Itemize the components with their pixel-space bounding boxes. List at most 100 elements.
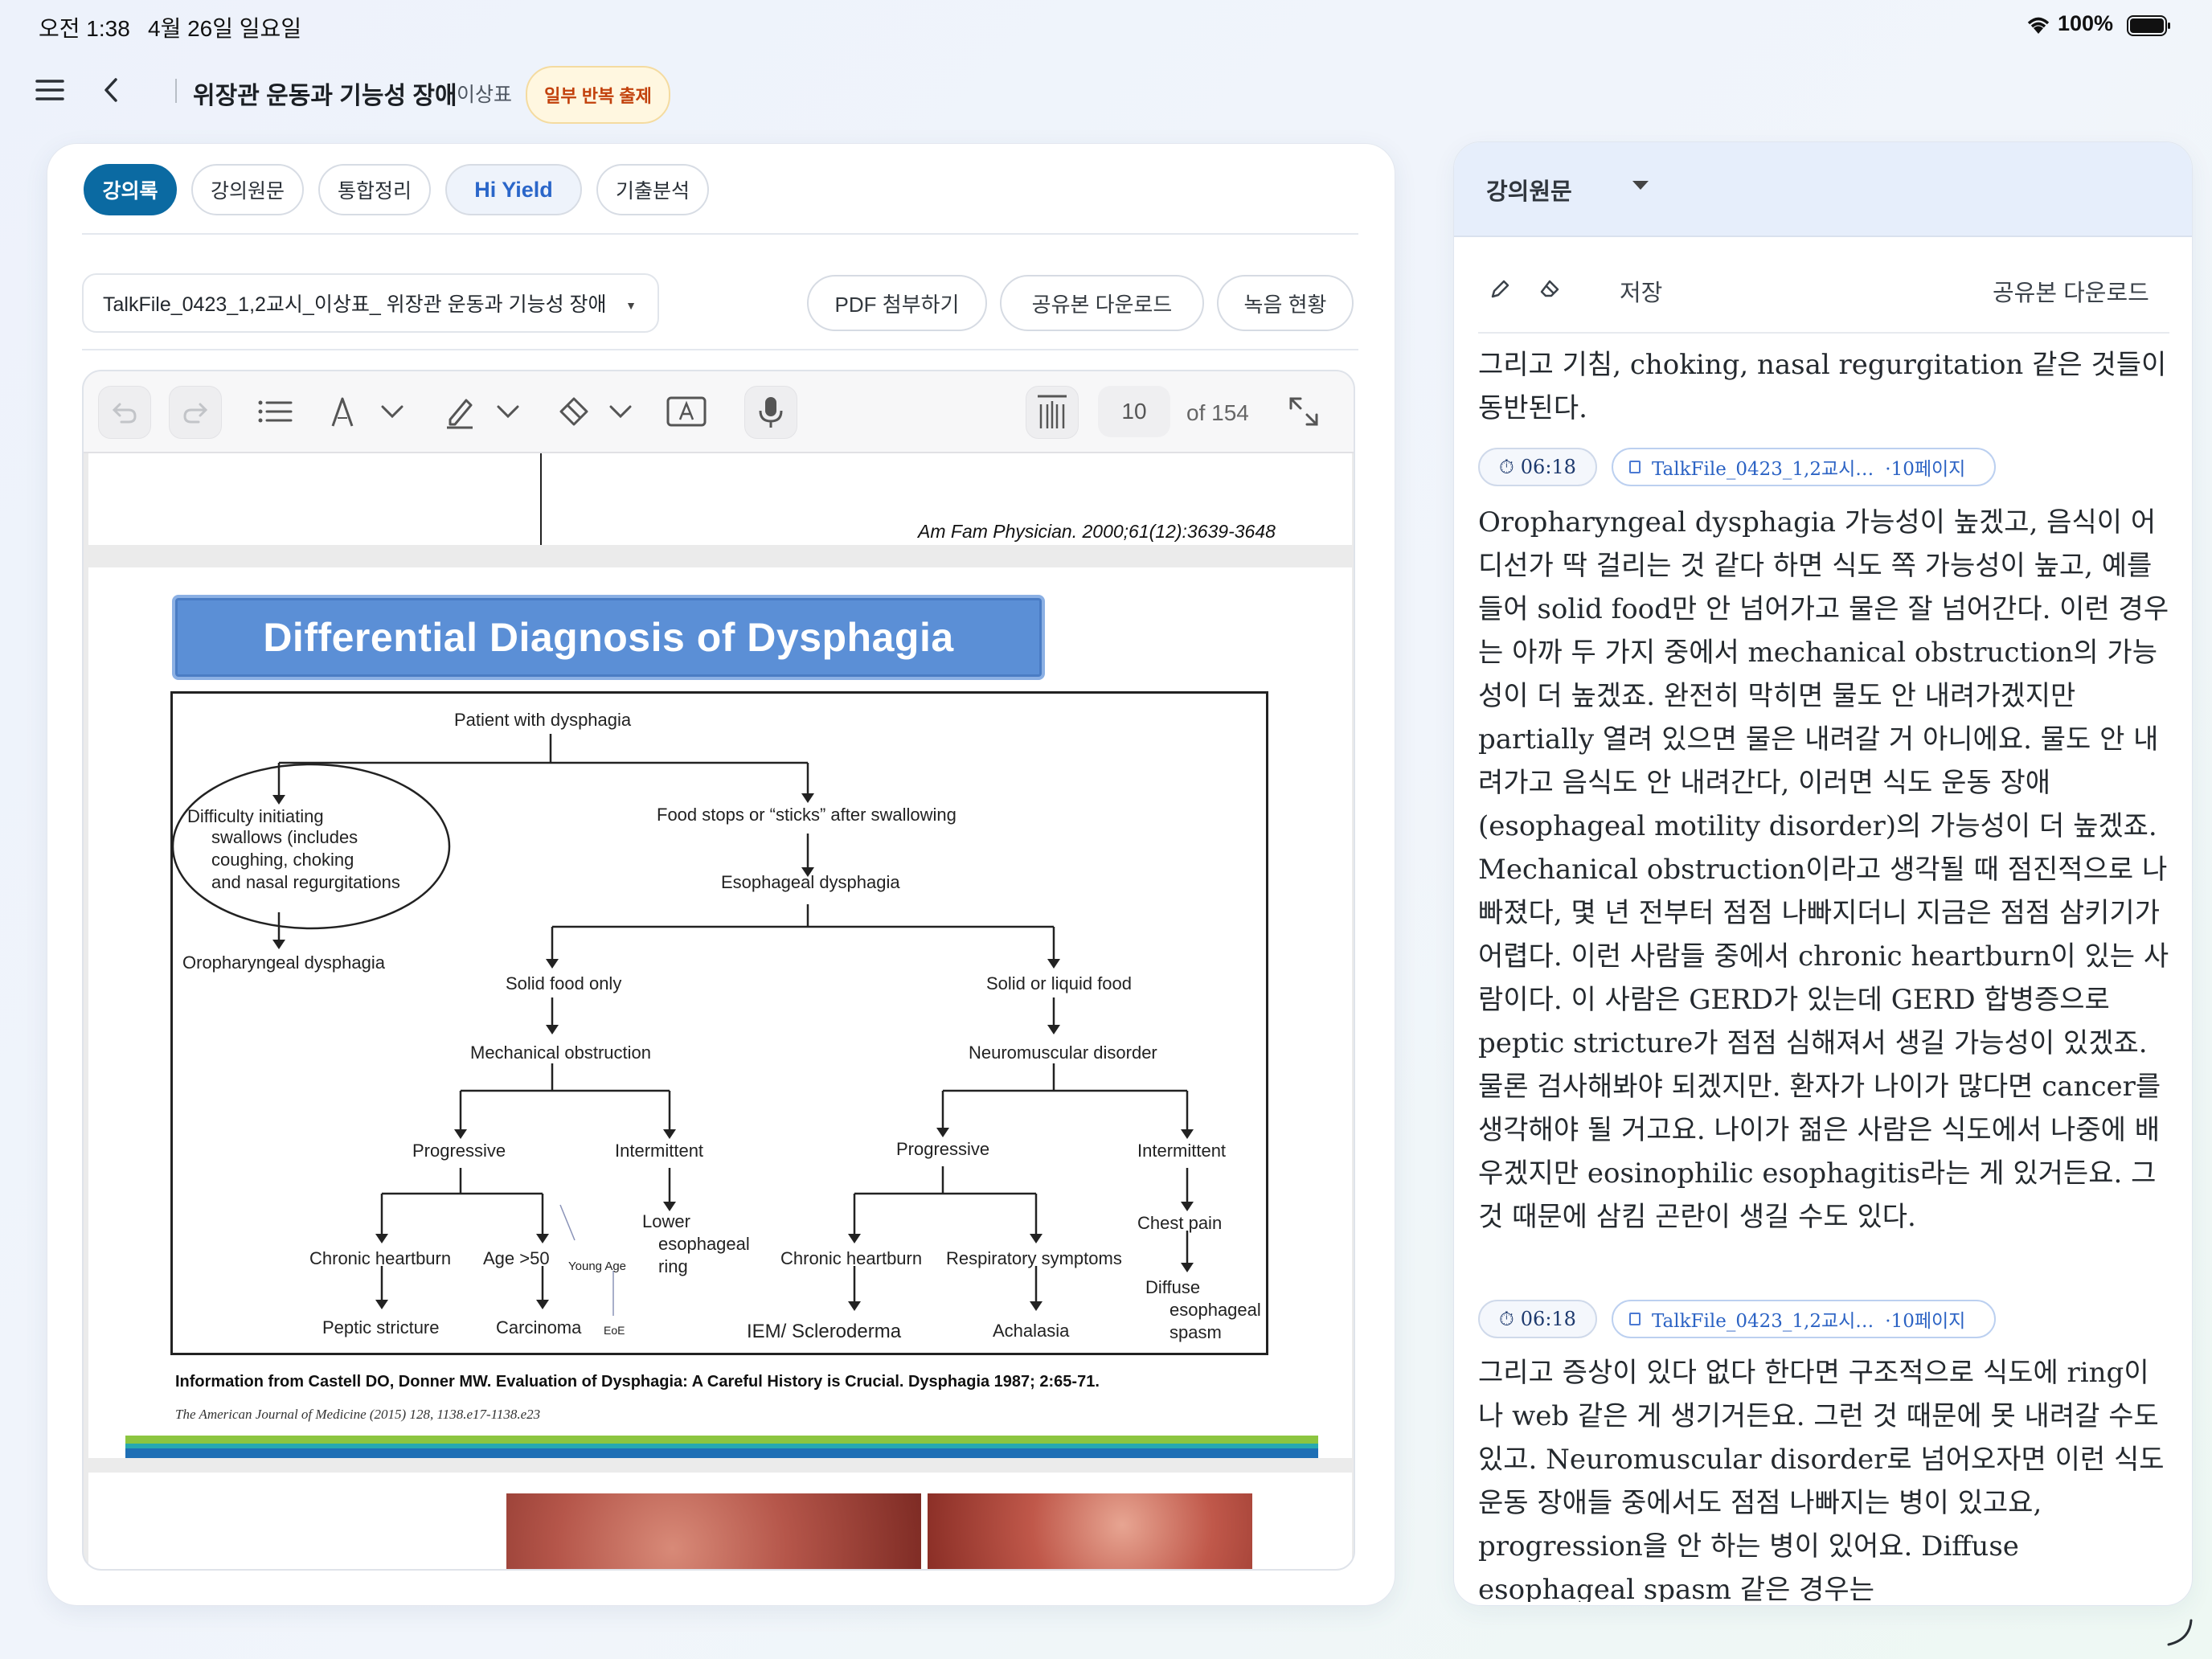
stopwatch-icon: ⏱ (1499, 456, 1514, 478)
flow-node-chest-pain: Chest pain (1137, 1213, 1223, 1233)
tab-hi-yield[interactable]: Hi Yield (445, 164, 582, 215)
document-icon (1629, 1313, 1641, 1325)
edit-pencil-icon[interactable] (1488, 277, 1512, 305)
source-file-2: TalkFile_0423_1,2교시… (1652, 1311, 1874, 1332)
flow-node-difficulty-2: swallows (includes (211, 827, 358, 847)
flow-node-achalasia: Achalasia (993, 1321, 1070, 1341)
attach-pdf-button[interactable]: PDF 첨부하기 (807, 275, 987, 331)
status-date: 4월 26일 일요일 (148, 16, 302, 41)
slide-footer-bar-green (125, 1436, 1318, 1444)
timestamp-value-1: 06:18 (1520, 456, 1576, 478)
undo-icon[interactable] (98, 386, 151, 439)
resize-handle-icon[interactable] (2162, 1616, 2194, 1652)
slide-footer-bar-blue (125, 1448, 1318, 1458)
flow-node-intermittent-left: Intermittent (615, 1141, 704, 1161)
eraser-icon[interactable] (548, 386, 600, 437)
source-chip-1[interactable]: TalkFile_0423_1,2교시… ·10페이지 (1612, 448, 1996, 486)
highlighter-icon[interactable] (434, 386, 485, 437)
flow-node-des-2: esophageal (1169, 1300, 1261, 1320)
flow-node-respiratory: Respiratory symptoms (946, 1248, 1122, 1268)
flow-node-chronic-heartburn-right: Chronic heartburn (780, 1248, 923, 1268)
slide-title: Differential Diagnosis of Dysphagia (172, 595, 1045, 680)
citation-text-value: Am Fam Physician. 2000;61(12):3639-3648 (918, 521, 1276, 542)
exam-frequency-badge: 일부 반복 출제 (526, 66, 670, 124)
slide-reference-secondary: The American Journal of Medicine (2015) … (175, 1407, 541, 1422)
transcript-toolbar-divider (1478, 332, 2169, 334)
flow-node-iem-scleroderma: IEM/ Scleroderma (747, 1321, 902, 1342)
flow-node-eoe: EoE (604, 1324, 625, 1337)
transcript-intro-text: 그리고 기침, choking, nasal regurgitation 같은 … (1478, 349, 2167, 424)
outline-list-icon[interactable] (249, 386, 301, 437)
transcript-dropdown-caret-icon[interactable] (1632, 181, 1649, 190)
flow-node-solid-only: Solid food only (506, 973, 622, 993)
flow-node-progressive-right: Progressive (896, 1139, 990, 1159)
flow-node-difficulty-3: coughing, choking (211, 850, 354, 870)
source-page-1: ·10페이지 (1885, 459, 1966, 480)
battery-percent: 100% (2058, 11, 2114, 35)
lecture-title: 위장관 운동과 기능성 장애 (193, 83, 457, 109)
flow-node-progressive-left: Progressive (412, 1141, 506, 1161)
flow-node-age-50: Age >50 (483, 1248, 550, 1268)
page-total: of 154 (1186, 400, 1249, 425)
redo-icon[interactable] (169, 386, 222, 439)
flow-node-intermittent-right: Intermittent (1137, 1141, 1227, 1161)
flow-node-difficulty-1: Difficulty initiating (187, 806, 324, 826)
transcript-header: 강의원문 (1454, 142, 2192, 237)
pen-tool-icon[interactable] (317, 386, 368, 437)
flow-node-des-3: spasm (1169, 1322, 1222, 1342)
file-select[interactable]: TalkFile_0423_1,2교시_이상표_ 위장관 운동과 기능성 장애 … (82, 273, 659, 333)
menu-icon[interactable] (32, 72, 68, 108)
document-icon (1629, 461, 1641, 473)
tab-summary[interactable]: 통합정리 (318, 164, 431, 215)
download-shared-transcript-button[interactable]: 공유본 다운로드 (1993, 274, 2149, 308)
pdf-page-previous: Am Fam Physician. 2000;61(12):3639-3648 (88, 453, 1352, 545)
flow-node-solid-liquid: Solid or liquid food (986, 973, 1133, 993)
transcript-panel: 강의원문 저장 공유본 다운로드 그리고 기침, choking, nasal … (1453, 141, 2193, 1606)
tab-past-exam[interactable]: 기출분석 (596, 164, 709, 215)
page-slider-icon[interactable] (1026, 386, 1079, 439)
tab-lecture-transcript[interactable]: 강의원문 (191, 164, 304, 215)
flow-node-des-1: Diffuse (1145, 1277, 1201, 1297)
download-shared-button[interactable]: 공유본 다운로드 (1000, 275, 1204, 331)
pdf-page-current: Differential Diagnosis of Dysphagia Pati… (88, 567, 1352, 1458)
save-button[interactable]: 저장 (1620, 274, 1662, 308)
source-chip-2[interactable]: TalkFile_0423_1,2교시… ·10페이지 (1612, 1300, 1996, 1338)
pen-options-chevron-icon[interactable] (367, 386, 418, 437)
flow-node-esophageal: Esophageal dysphagia (721, 872, 900, 892)
file-divider (82, 349, 1358, 350)
text-box-icon[interactable] (661, 386, 712, 437)
tab-lecture-notes[interactable]: 강의록 (84, 164, 177, 215)
timestamp-chip-1[interactable]: ⏱ 06:18 (1478, 448, 1597, 486)
pdf-toolbar: 10 of 154 (84, 371, 1354, 453)
flow-node-food-stops: Food stops or “sticks” after swallowing (657, 805, 956, 825)
page-number-input[interactable]: 10 (1098, 386, 1170, 437)
stopwatch-icon: ⏱ (1499, 1308, 1514, 1330)
file-name: TalkFile_0423_1,2교시_이상표_ 위장관 운동과 기능성 장애 (103, 293, 607, 316)
microphone-icon[interactable] (744, 386, 797, 439)
transcript-segment-text-1: Oropharyngeal dysphagia 가능성이 높겠고, 음식이 어디… (1478, 506, 2169, 1233)
dysphagia-flowchart: Patient with dysphagia Difficulty initia… (170, 691, 1268, 1355)
flow-node-chronic-heartburn-left: Chronic heartburn (309, 1248, 452, 1268)
eraser-options-chevron-icon[interactable] (595, 386, 646, 437)
flow-node-difficulty-4: and nasal regurgitations (211, 872, 400, 892)
timestamp-value-2: 06:18 (1520, 1308, 1576, 1330)
highlighter-options-chevron-icon[interactable] (482, 386, 534, 437)
flow-node-root: Patient with dysphagia (454, 710, 632, 730)
timestamp-chip-2[interactable]: ⏱ 06:18 (1478, 1300, 1597, 1338)
fullscreen-icon[interactable] (1278, 386, 1329, 437)
tab-divider (82, 233, 1358, 235)
professor-name: 이상표 (457, 84, 513, 106)
flow-node-young-age: Young Age (568, 1260, 627, 1273)
pdf-page-next (88, 1473, 1352, 1569)
flow-node-oropharyngeal: Oropharyngeal dysphagia (182, 952, 385, 973)
slide-reference-primary: Information from Castell DO, Donner MW. … (175, 1373, 1100, 1391)
flow-node-lower-ring-3: ring (658, 1256, 688, 1276)
back-icon[interactable] (95, 72, 130, 108)
wifi-icon (2026, 14, 2051, 39)
transcript-title[interactable]: 강의원문 (1486, 173, 1572, 207)
recording-status-button[interactable]: 녹음 현황 (1217, 275, 1354, 331)
flow-node-neuromuscular: Neuromuscular disorder (969, 1043, 1157, 1063)
eraser-small-icon[interactable] (1538, 277, 1562, 305)
source-page-2: ·10페이지 (1885, 1311, 1966, 1332)
flow-node-mechanical: Mechanical obstruction (470, 1043, 652, 1063)
